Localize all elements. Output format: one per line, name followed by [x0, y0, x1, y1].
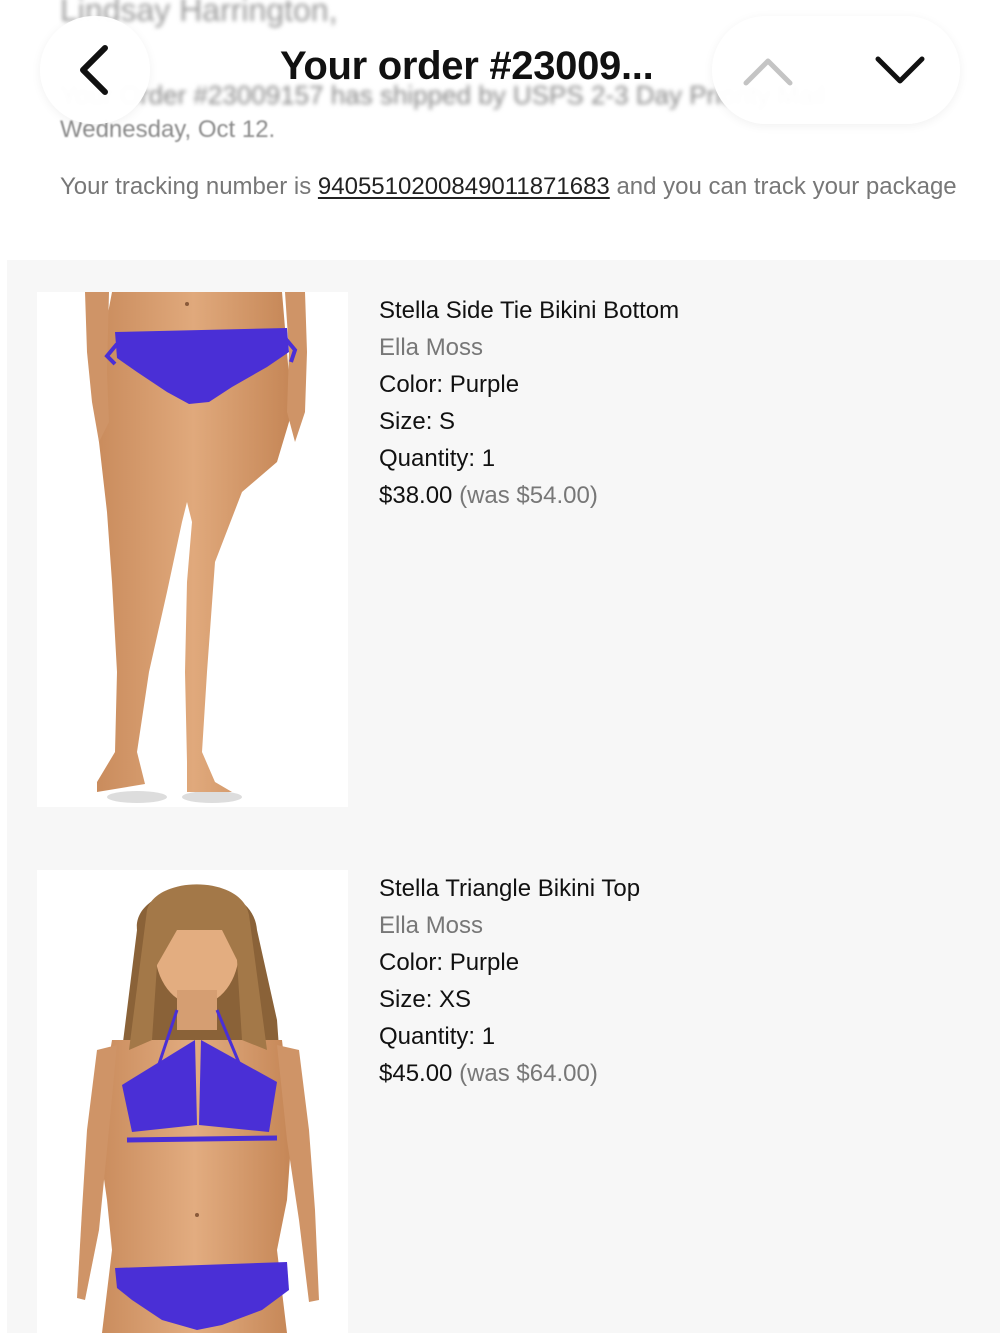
- product-image-bikini-bottom[interactable]: [37, 292, 348, 807]
- product-brand: Ella Moss: [379, 912, 484, 939]
- product-image-bikini-top[interactable]: [37, 870, 348, 1333]
- page-title: Your order #23009...: [280, 44, 654, 88]
- previous-message-button[interactable]: [738, 46, 798, 96]
- bikini-top-photo: [77, 884, 319, 1333]
- product-original-price: (was $54.00): [459, 482, 598, 509]
- product-size: Size: S: [379, 408, 456, 435]
- product-price: $45.00: [379, 1060, 453, 1087]
- product-quantity: Quantity: 1: [379, 445, 496, 472]
- bikini-bottom-photo: [85, 292, 307, 803]
- tracking-line: Your tracking number is 9405510200849011…: [60, 173, 957, 201]
- chevron-down-icon: [875, 56, 925, 84]
- chevron-left-icon: [80, 45, 108, 95]
- chevron-up-icon: [743, 58, 793, 86]
- tracking-number-link[interactable]: 9405510200849011871683: [318, 173, 610, 200]
- product-color: Color: Purple: [379, 949, 520, 976]
- product-details: Stella Side Tie Bikini Bottom Ella Moss …: [379, 292, 679, 514]
- message-nav: [712, 16, 960, 124]
- tracking-prefix: Your tracking number is: [60, 173, 318, 200]
- product-name[interactable]: Stella Side Tie Bikini Bottom: [379, 292, 679, 329]
- product-details: Stella Triangle Bikini Top Ella Moss Col…: [379, 870, 640, 1092]
- product-name[interactable]: Stella Triangle Bikini Top: [379, 870, 640, 907]
- product-brand: Ella Moss: [379, 334, 484, 361]
- product-price-row: $38.00 (was $54.00): [379, 477, 679, 514]
- next-message-button[interactable]: [870, 46, 930, 96]
- product-size: Size: XS: [379, 986, 472, 1013]
- tracking-suffix: and you can track your package: [609, 173, 957, 200]
- product-price: $38.00: [379, 482, 453, 509]
- product-color: Color: Purple: [379, 371, 520, 398]
- product-price-row: $45.00 (was $64.00): [379, 1055, 640, 1092]
- product-original-price: (was $64.00): [459, 1060, 598, 1087]
- back-button[interactable]: [40, 16, 150, 124]
- product-quantity: Quantity: 1: [379, 1023, 496, 1050]
- order-items: Stella Side Tie Bikini Bottom Ella Moss …: [7, 260, 1000, 1333]
